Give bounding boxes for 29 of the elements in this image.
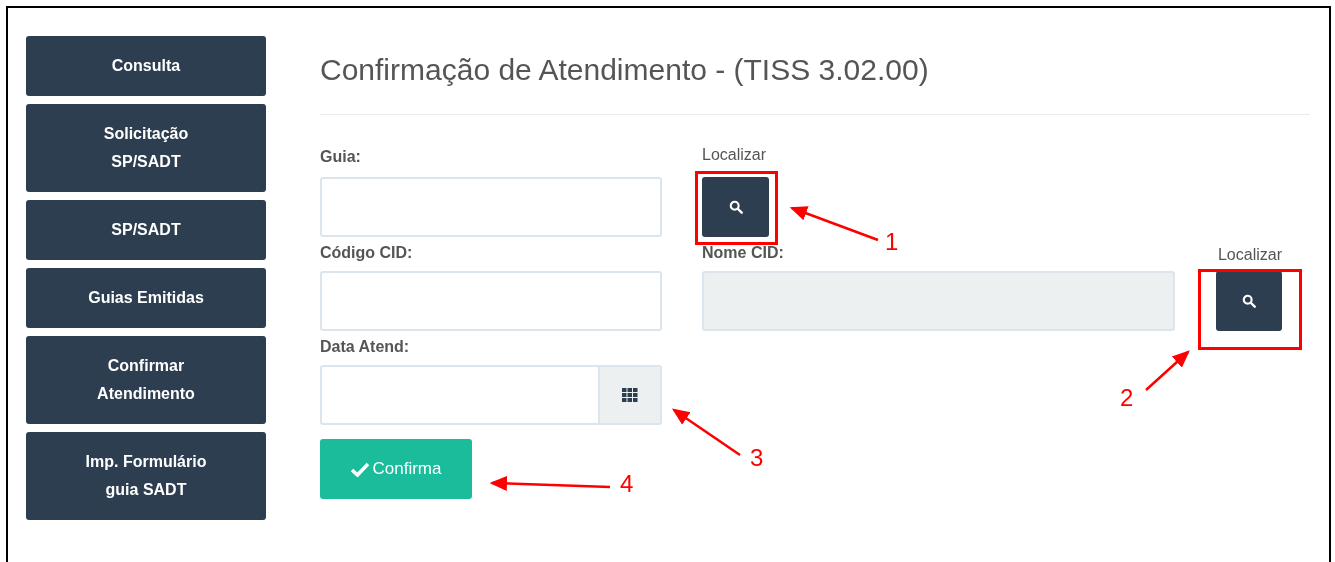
field-label: Data Atend: bbox=[320, 337, 411, 357]
arrow bbox=[671, 408, 741, 457]
field-label: Localizar bbox=[702, 145, 768, 165]
annotation-number: 1 bbox=[885, 228, 899, 256]
calendar-button[interactable] bbox=[598, 367, 660, 423]
input-field[interactable] bbox=[320, 271, 662, 331]
search-icon bbox=[728, 200, 743, 214]
annotation-number: 4 bbox=[620, 470, 634, 498]
annotation-number: 2 bbox=[1120, 384, 1134, 412]
input-field[interactable] bbox=[320, 177, 662, 237]
arrow bbox=[1145, 350, 1190, 391]
search-icon bbox=[1242, 294, 1256, 308]
search-button[interactable] bbox=[1216, 271, 1282, 331]
search-button[interactable] bbox=[702, 177, 769, 237]
annotation-number: 3 bbox=[750, 444, 764, 472]
field-label: Código CID: bbox=[320, 243, 414, 263]
sidebar-button[interactable]: Confirmar Atendimento bbox=[26, 336, 266, 424]
sidebar-button[interactable]: Solicitação SP/SADT bbox=[26, 104, 266, 192]
page-title: Confirmação de Atendimento - (TISS 3.02.00) bbox=[320, 52, 930, 88]
sidebar-button[interactable]: Consulta bbox=[26, 36, 266, 96]
date-input-field[interactable] bbox=[320, 365, 662, 425]
sidebar-button[interactable]: SP/SADT bbox=[26, 200, 266, 260]
grid-icon bbox=[622, 388, 638, 402]
field-label: Guia: bbox=[320, 147, 362, 167]
field-label: Localizar bbox=[1217, 245, 1282, 265]
check-icon bbox=[350, 461, 369, 477]
sidebar-button[interactable]: Guias Emitidas bbox=[26, 268, 266, 328]
sidebar-button[interactable]: Imp. Formulário guia SADT bbox=[26, 432, 266, 520]
field-label: Nome CID: bbox=[702, 243, 784, 263]
